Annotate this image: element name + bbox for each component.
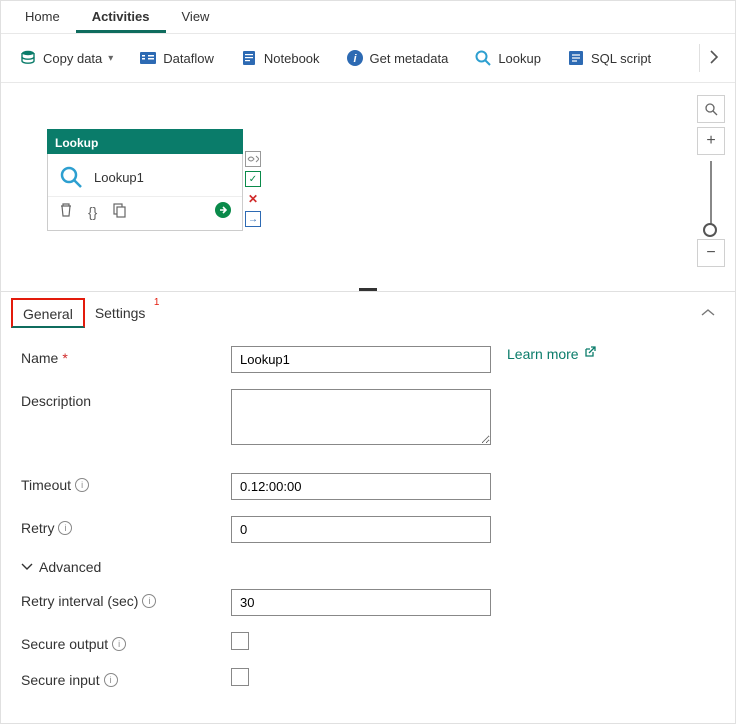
node-body: Lookup1 {} [47, 154, 243, 231]
description-input[interactable] [231, 389, 491, 445]
advanced-section-toggle[interactable]: Advanced [21, 559, 715, 575]
settings-badge: 1 [154, 297, 160, 308]
ribbon-toolbar: Copy data ▾ Dataflow Notebook i Get meta… [1, 34, 735, 83]
failure-port[interactable]: ✕ [245, 191, 261, 207]
learn-more-link[interactable]: Learn more [507, 346, 596, 362]
zoom-slider[interactable] [710, 161, 712, 233]
activity-node-lookup[interactable]: Lookup Lookup1 {} [47, 129, 243, 231]
toolbar-lookup-label: Lookup [498, 51, 541, 66]
chevron-right-icon [709, 50, 719, 67]
tab-home[interactable]: Home [9, 1, 76, 33]
success-port[interactable]: ✓ [245, 171, 261, 187]
node-ports: ✓ ✕ → [245, 151, 261, 227]
info-icon[interactable]: i [112, 637, 126, 651]
script-icon [567, 49, 585, 67]
retry-interval-label: Retry interval (sec) i [21, 589, 231, 609]
node-name-label: Lookup1 [94, 170, 144, 185]
secure-output-checkbox[interactable] [231, 632, 249, 650]
toolbar-get-metadata[interactable]: i Get metadata [336, 45, 459, 71]
database-icon [19, 49, 37, 67]
timeout-label: Timeout i [21, 473, 231, 493]
pipeline-canvas[interactable]: Lookup Lookup1 {} [1, 83, 735, 291]
secure-input-checkbox[interactable] [231, 668, 249, 686]
tab-activities[interactable]: Activities [76, 1, 166, 33]
toolbar-sql-script[interactable]: SQL script [557, 45, 661, 71]
info-icon[interactable]: i [142, 594, 156, 608]
notebook-icon [240, 49, 258, 67]
panel-tab-general[interactable]: General [11, 298, 85, 328]
panel-resize-handle[interactable] [359, 288, 377, 291]
node-type-label: Lookup [47, 129, 243, 154]
completion-port[interactable]: → [245, 211, 261, 227]
info-icon: i [346, 49, 364, 67]
tab-view[interactable]: View [166, 1, 226, 33]
chevron-down-icon [21, 559, 33, 575]
secure-input-label: Secure input i [21, 668, 231, 688]
toolbar-notebook[interactable]: Notebook [230, 45, 330, 71]
panel-tab-settings[interactable]: Settings 1 [85, 299, 156, 328]
toolbar-notebook-label: Notebook [264, 51, 320, 66]
timeout-input[interactable] [231, 473, 491, 500]
name-label: Name* [21, 346, 231, 366]
info-icon[interactable]: i [75, 478, 89, 492]
zoom-in-button[interactable]: + [697, 127, 725, 155]
collapse-panel-button[interactable] [701, 306, 715, 321]
braces-icon[interactable]: {} [88, 204, 97, 220]
secure-output-label: Secure output i [21, 632, 231, 652]
zoom-controls: + − [697, 95, 725, 267]
dataflow-icon [139, 49, 157, 67]
run-icon[interactable] [214, 201, 232, 222]
toolbar-copy-data[interactable]: Copy data ▾ [9, 45, 123, 71]
toolbar-copy-data-label: Copy data [43, 51, 102, 66]
properties-tabs: General Settings 1 [1, 291, 735, 328]
toolbar-dataflow[interactable]: Dataflow [129, 45, 224, 71]
info-icon[interactable]: i [104, 673, 118, 687]
search-icon [474, 49, 492, 67]
name-input[interactable] [231, 346, 491, 373]
toolbar-dataflow-label: Dataflow [163, 51, 214, 66]
copy-icon[interactable] [111, 202, 127, 221]
retry-interval-input[interactable] [231, 589, 491, 616]
chevron-down-icon: ▾ [108, 53, 113, 64]
retry-input[interactable] [231, 516, 491, 543]
zoom-out-button[interactable]: − [697, 239, 725, 267]
toolbar-overflow[interactable] [699, 44, 727, 72]
description-label: Description [21, 389, 231, 409]
toolbar-lookup[interactable]: Lookup [464, 45, 551, 71]
toolbar-sql-script-label: SQL script [591, 51, 651, 66]
delete-icon[interactable] [58, 202, 74, 221]
fit-view-button[interactable] [697, 95, 725, 123]
toolbar-get-metadata-label: Get metadata [370, 51, 449, 66]
skip-port[interactable] [245, 151, 261, 167]
info-icon[interactable]: i [58, 521, 72, 535]
panel-tab-settings-label: Settings [95, 305, 146, 321]
retry-label: Retry i [21, 516, 231, 536]
external-link-icon [583, 346, 596, 362]
top-tabs: Home Activities View [1, 1, 735, 34]
search-icon [58, 164, 84, 190]
properties-panel-body: Name* Learn more Description Timeout i R… [1, 328, 735, 708]
